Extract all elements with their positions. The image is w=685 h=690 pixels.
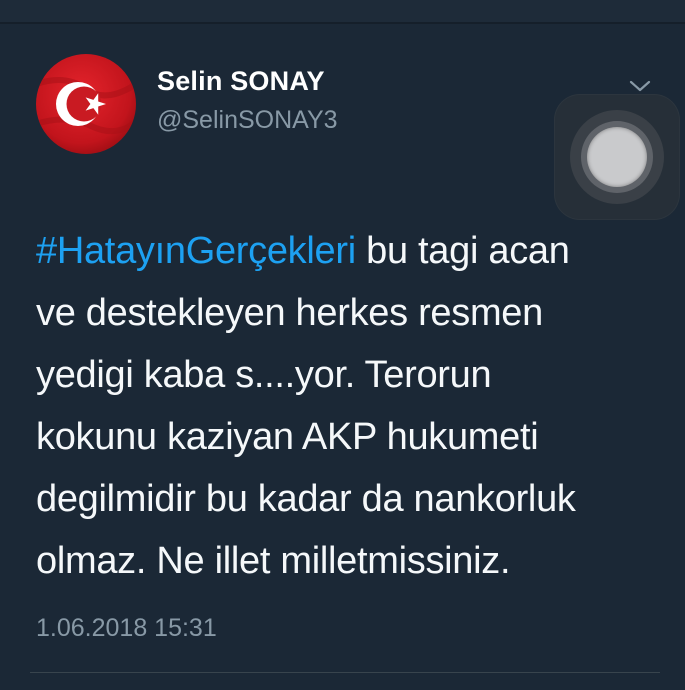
tweet-line: yedigi kaba s....yor. Terorun <box>36 354 492 396</box>
turkish-flag-icon <box>36 54 136 154</box>
user-handle[interactable]: @SelinSONAY3 <box>157 106 338 135</box>
avatar[interactable] <box>36 54 136 154</box>
display-name[interactable]: Selin SONAY <box>157 66 325 97</box>
tweet-timestamp[interactable]: 1.06.2018 15:31 <box>36 614 217 643</box>
tweet-text: #HatayınGerçekleri bu tagi acan ve deste… <box>36 220 656 592</box>
tweet-line: degilmidir bu kadar da nankorluk <box>36 478 576 520</box>
tweet-line: kokunu kaziyan AKP hukumeti <box>36 416 539 458</box>
chevron-down-icon[interactable] <box>628 78 652 94</box>
assistive-touch-icon[interactable] <box>554 94 680 220</box>
top-strip <box>0 0 685 24</box>
hashtag-link[interactable]: #HatayınGerçekleri <box>36 230 356 272</box>
tweet-line: bu tagi acan <box>355 230 570 272</box>
assistive-touch-center <box>587 127 647 187</box>
tweet-line: ve destekleyen herkes resmen <box>36 292 543 334</box>
divider <box>30 672 660 673</box>
tweet-line: olmaz. Ne illet milletmissiniz. <box>36 540 511 582</box>
